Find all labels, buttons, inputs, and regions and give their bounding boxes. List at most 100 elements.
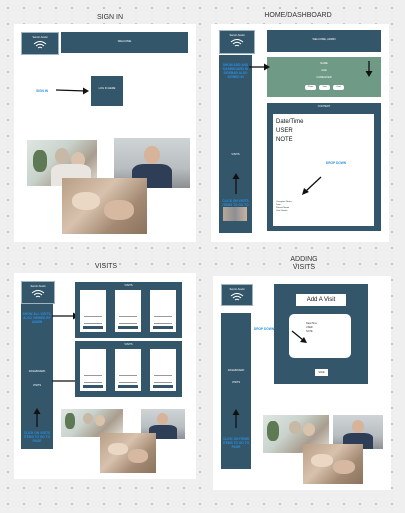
frame-title-home: HOME/DASHBOARD: [264, 12, 332, 19]
visit-form: Date/Time USER NOTE: [289, 314, 351, 358]
logo-text: Senior Assist: [229, 288, 245, 291]
person-icon: [95, 415, 105, 426]
login-button-label: LOG IN HERE: [98, 87, 116, 90]
add-visit-button[interactable]: Add A Visit: [296, 294, 346, 306]
frame-title-visits: VISITS: [94, 263, 118, 270]
visit-card[interactable]: [150, 290, 176, 332]
profile-caregiver: CAREGIVER: [316, 76, 332, 79]
sidebar-item-dashboard[interactable]: DASHBOARD: [221, 369, 251, 372]
arrow-icon: [249, 63, 270, 71]
logo: Senior Assist: [219, 30, 255, 54]
logo-text: Senior Assist: [32, 36, 48, 39]
arrow-up-icon: [232, 173, 240, 194]
chat-button[interactable]: Chat: [333, 85, 344, 90]
content-card: CONTENT Date/Time USER NOTE DROP DOWN Ca…: [267, 103, 381, 231]
visit-card-buttons[interactable]: [83, 385, 103, 388]
hand-icon: [128, 449, 148, 463]
sidebar-thumb-photo: [223, 207, 247, 221]
login-button[interactable]: LOG IN HERE: [91, 76, 123, 106]
note-panel: Date/Time USER NOTE DROP DOWN Caregiver …: [273, 114, 374, 226]
sidebar: SHOW ALL VISITS, ALSO VIEWED BY ADMIN DA…: [21, 304, 53, 449]
welcome-banner: WELCOME, ADMIN: [267, 30, 381, 52]
wifi-logo-icon: [31, 290, 45, 298]
logo: Senior Assist: [21, 32, 59, 55]
hand-icon: [72, 192, 100, 210]
visit-button[interactable]: Visit: [319, 85, 330, 90]
dropdown-menu[interactable]: Caregiver Notes Date Patient Name Visit …: [276, 201, 304, 213]
profile-age: AGE: [321, 69, 327, 72]
arrow-up-icon: [232, 409, 240, 428]
sidebar-item-visits[interactable]: VISITS: [221, 381, 251, 384]
content-card-header: CONTENT: [317, 105, 331, 108]
add-visit-card: Add A Visit Date/Time USER NOTE SAVE: [274, 284, 368, 384]
sidebar-item-visits[interactable]: VISITS: [21, 384, 53, 387]
visits-row-header: VISITS: [124, 284, 133, 287]
note-field-note: NOTE: [276, 137, 293, 143]
note-field-user: USER: [276, 128, 293, 134]
wifi-logo-icon: [33, 41, 47, 49]
person-icon: [289, 421, 301, 434]
welcome-banner: WELCOME: [61, 32, 188, 53]
frame-title-signin: SIGN IN: [96, 14, 124, 21]
frame-title-adding: ADDING VISITS: [290, 256, 318, 272]
plant-icon: [65, 413, 75, 429]
arrow-diagonal-icon: [291, 330, 307, 343]
sidebar: DASHBOARD VISITS CLICK ON ITEMS ITEMS TO…: [221, 313, 251, 469]
visit-card[interactable]: [80, 349, 106, 391]
logo-text: Senior Assist: [30, 285, 46, 288]
visits-row: VISITS: [75, 282, 182, 338]
form-field-user[interactable]: USER: [306, 326, 313, 329]
visit-card-lines: [84, 316, 102, 324]
arrow-down-icon: [365, 61, 373, 77]
frame-adding: Senior Assist DASHBOARD VISITS CLICK ON …: [213, 276, 391, 490]
plant-icon: [267, 421, 279, 441]
frame-visits: Senior Assist SHOW ALL VISITS, ALSO VIEW…: [14, 273, 196, 479]
wifi-logo-icon: [230, 39, 244, 47]
person-icon: [303, 423, 315, 436]
face-icon: [157, 413, 168, 425]
arrow-up-icon: [33, 408, 41, 427]
note-field-datetime: Date/Time: [276, 119, 304, 125]
welcome-text: WELCOME: [117, 40, 132, 43]
plans-button[interactable]: Plans: [305, 85, 316, 90]
visit-card-buttons[interactable]: [118, 326, 138, 329]
plant-icon: [33, 150, 47, 172]
form-field-datetime[interactable]: Date/Time: [306, 322, 317, 325]
visit-card-buttons[interactable]: [83, 326, 103, 329]
hand-icon: [104, 200, 134, 220]
logo: Senior Assist: [221, 284, 253, 306]
visit-card-lines: [84, 375, 102, 383]
sidebar-note: SHOW ADD AND DASHBOARD IN SIDEBAR ALSO S…: [222, 63, 249, 79]
visit-card-lines: [154, 375, 172, 383]
visit-card[interactable]: [115, 290, 141, 332]
visit-card-buttons[interactable]: [153, 326, 173, 329]
person-icon: [55, 148, 69, 164]
visits-row: VISITS: [75, 341, 182, 397]
sidebar-item-dashboard[interactable]: DASHBOARD: [21, 370, 53, 373]
welcome-text: WELCOME, ADMIN: [312, 38, 336, 41]
sidebar-note: SHOW ALL VISITS, ALSO VIEWED BY ADMIN: [22, 312, 52, 324]
dropdown-item[interactable]: Visit Details: [276, 210, 304, 213]
hand-icon: [108, 443, 128, 455]
visit-card-buttons[interactable]: [153, 385, 173, 388]
visit-card-lines: [119, 316, 137, 324]
wifi-logo-icon: [230, 293, 244, 301]
photo-hands: [303, 444, 363, 484]
visit-card[interactable]: [80, 290, 106, 332]
visits-row-header: VISITS: [124, 343, 133, 346]
save-button[interactable]: SAVE: [315, 369, 328, 376]
sidebar-item-visits[interactable]: VISITS: [219, 153, 252, 156]
visit-card[interactable]: [150, 349, 176, 391]
logo-text: Senior Assist: [229, 34, 245, 37]
face-icon: [144, 146, 160, 164]
visit-card-lines: [154, 316, 172, 324]
visit-card-buttons[interactable]: [118, 385, 138, 388]
face-icon: [352, 420, 364, 433]
photo-hands: [100, 433, 156, 473]
visit-card[interactable]: [115, 349, 141, 391]
sign-in-label: SIGN IN: [36, 89, 48, 93]
dropdown-label: DROP DOWN: [325, 161, 347, 165]
person-icon: [83, 413, 93, 424]
profile-card: NAME AGE CAREGIVER Plans Visit Chat: [267, 57, 381, 97]
frame-home: Senior Assist WELCOME, ADMIN SHOW ADD AN…: [211, 24, 389, 242]
